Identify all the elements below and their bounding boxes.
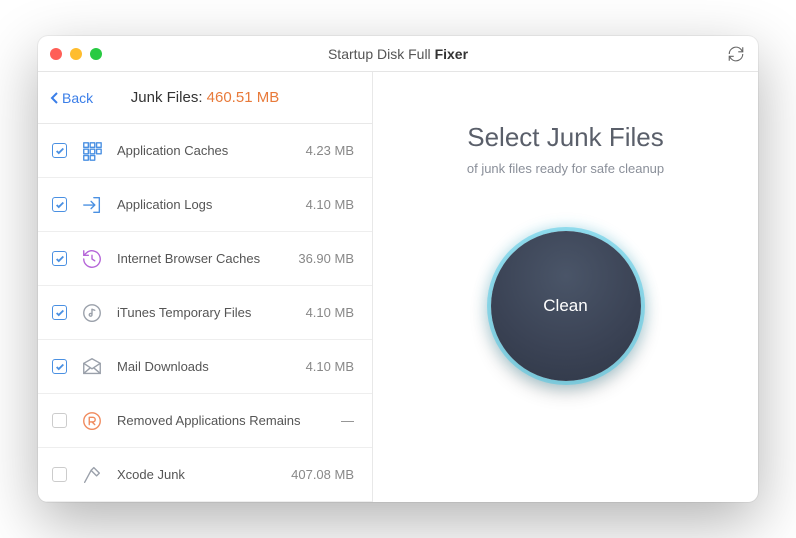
check-icon	[55, 308, 65, 318]
app-window: Startup Disk Full Fixer Back Junk Files:…	[38, 36, 758, 502]
back-label: Back	[62, 90, 93, 106]
checkbox[interactable]	[52, 305, 67, 320]
list-item-size: 36.90 MB	[298, 251, 354, 266]
list-item-label: Application Caches	[117, 143, 294, 158]
checkbox[interactable]	[52, 467, 67, 482]
window-title: Startup Disk Full Fixer	[38, 46, 758, 62]
check-icon	[55, 200, 65, 210]
list-item-size: 407.08 MB	[291, 467, 354, 482]
checkbox[interactable]	[52, 251, 67, 266]
refresh-icon	[727, 45, 745, 63]
maximize-window-button[interactable]	[90, 48, 102, 60]
mail-icon	[79, 354, 105, 380]
back-button[interactable]: Back	[50, 90, 93, 106]
titlebar: Startup Disk Full Fixer	[38, 36, 758, 72]
junk-files-label: Junk Files:	[131, 89, 207, 106]
check-icon	[55, 146, 65, 156]
list-item-label: Internet Browser Caches	[117, 251, 286, 266]
check-icon	[55, 254, 65, 264]
clean-button-label: Clean	[543, 296, 587, 316]
list-item-size: 4.10 MB	[306, 359, 354, 374]
letter-r-icon	[79, 408, 105, 434]
sidebar: Back Junk Files: 460.51 MB Application C…	[38, 72, 373, 502]
list-item[interactable]: Xcode Junk 407.08 MB	[38, 448, 372, 502]
check-icon	[55, 362, 65, 372]
minimize-window-button[interactable]	[70, 48, 82, 60]
list-item-label: iTunes Temporary Files	[117, 305, 294, 320]
main-title: Select Junk Files	[467, 122, 664, 153]
checkbox[interactable]	[52, 143, 67, 158]
title-bold: Fixer	[435, 46, 468, 62]
checkbox[interactable]	[52, 359, 67, 374]
junk-files-size: 460.51 MB	[207, 89, 280, 106]
close-window-button[interactable]	[50, 48, 62, 60]
chevron-left-icon	[50, 91, 60, 105]
list-item-size: 4.23 MB	[306, 143, 354, 158]
list-item[interactable]: Application Caches 4.23 MB	[38, 124, 372, 178]
main-subtitle: of junk files ready for safe cleanup	[467, 161, 664, 176]
hammer-icon	[79, 462, 105, 488]
traffic-lights	[50, 48, 102, 60]
refresh-button[interactable]	[726, 44, 746, 64]
arrow-in-icon	[79, 192, 105, 218]
main-panel: Select Junk Files of junk files ready fo…	[373, 72, 758, 502]
history-icon	[79, 246, 105, 272]
list-item[interactable]: Removed Applications Remains —	[38, 394, 372, 448]
title-text: Startup Disk Full	[328, 46, 435, 62]
body: Back Junk Files: 460.51 MB Application C…	[38, 72, 758, 502]
list-item-label: Removed Applications Remains	[117, 413, 329, 428]
list-item-label: Xcode Junk	[117, 467, 279, 482]
list-item-label: Application Logs	[117, 197, 294, 212]
sidebar-header: Back Junk Files: 460.51 MB	[38, 72, 372, 124]
checkbox[interactable]	[52, 413, 67, 428]
list-item-label: Mail Downloads	[117, 359, 294, 374]
clean-button[interactable]: Clean	[491, 231, 641, 381]
list-item-size: —	[341, 413, 354, 428]
music-icon	[79, 300, 105, 326]
list-item[interactable]: Internet Browser Caches 36.90 MB	[38, 232, 372, 286]
list-item-size: 4.10 MB	[306, 197, 354, 212]
checkbox[interactable]	[52, 197, 67, 212]
grid-icon	[79, 138, 105, 164]
list-item[interactable]: Mail Downloads 4.10 MB	[38, 340, 372, 394]
junk-files-list: Application Caches 4.23 MB Application Log…	[38, 124, 372, 502]
list-item[interactable]: iTunes Temporary Files 4.10 MB	[38, 286, 372, 340]
list-item-size: 4.10 MB	[306, 305, 354, 320]
list-item[interactable]: Application Logs 4.10 MB	[38, 178, 372, 232]
